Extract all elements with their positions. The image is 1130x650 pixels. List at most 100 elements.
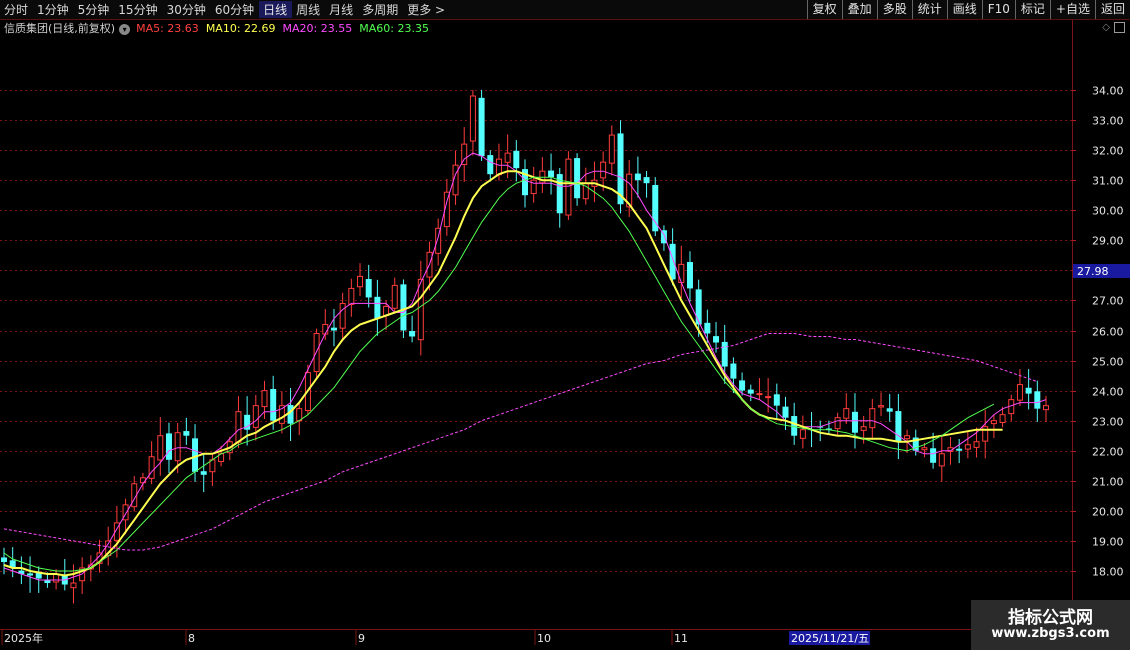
- y-tick-label: 23.00: [1092, 416, 1124, 429]
- y-tick-label: 18.00: [1092, 566, 1124, 579]
- candle-body: [495, 158, 502, 176]
- watermark-title: 指标公式网: [1008, 608, 1093, 628]
- candle-body: [565, 158, 572, 216]
- candle-body: [183, 431, 190, 436]
- candle-body: [956, 448, 963, 451]
- candlestick-chart[interactable]: 34.0033.0032.0031.0030.0029.0028.0027.00…: [0, 0, 1130, 650]
- candle-body: [504, 152, 511, 163]
- watermark-logo: 指标公式网 www.zbgs3.com: [971, 600, 1130, 650]
- y-tick-label: 32.00: [1092, 145, 1124, 158]
- candle-body: [973, 441, 980, 448]
- candle-body: [1034, 391, 1041, 409]
- candle-body: [252, 405, 259, 428]
- candle-body: [773, 394, 780, 406]
- y-tick-label: 33.00: [1092, 115, 1124, 128]
- candle-body: [469, 95, 476, 142]
- candle-body: [357, 275, 364, 288]
- price-marker-label: 27.98: [1077, 265, 1109, 278]
- candle-body: [391, 284, 398, 309]
- y-tick-label: 21.00: [1092, 476, 1124, 489]
- candle-body: [548, 170, 555, 178]
- candle-body: [1, 557, 7, 562]
- candle-body: [296, 408, 303, 422]
- candle-body: [782, 406, 789, 418]
- candle-body: [878, 405, 885, 408]
- y-tick-label: 29.00: [1092, 235, 1124, 248]
- y-tick-label: 19.00: [1092, 536, 1124, 549]
- candle-body: [165, 433, 172, 460]
- x-tick-label: 11: [674, 632, 688, 645]
- candle-body: [643, 177, 650, 184]
- y-tick-label: 26.00: [1092, 326, 1124, 339]
- candle-body: [843, 408, 850, 419]
- candle-body: [235, 411, 242, 443]
- candle-body: [330, 327, 337, 331]
- candle-body: [704, 322, 711, 334]
- candle-body: [739, 380, 746, 391]
- candle-body: [1016, 384, 1023, 401]
- candle-body: [44, 580, 51, 584]
- candle-body: [886, 408, 893, 412]
- candle-body: [157, 435, 164, 461]
- candle-body: [721, 341, 728, 367]
- candle-body: [921, 447, 928, 451]
- y-tick-label: 34.00: [1092, 85, 1124, 98]
- candle-body: [27, 573, 34, 576]
- y-tick-label: 22.00: [1092, 446, 1124, 459]
- candle-body: [686, 262, 693, 289]
- candle-body: [174, 432, 181, 462]
- y-tick-label: 25.00: [1092, 356, 1124, 369]
- candle-body: [860, 426, 867, 431]
- candle-body: [365, 279, 372, 298]
- candle-body: [417, 278, 424, 341]
- candle-body: [70, 582, 77, 589]
- candle-body: [634, 173, 641, 181]
- x-tick-label: 8: [188, 632, 195, 645]
- candle-body: [1043, 405, 1049, 411]
- y-tick-label: 30.00: [1092, 205, 1124, 218]
- candle-body: [713, 336, 720, 343]
- x-tick-label: 9: [358, 632, 365, 645]
- candle-body: [964, 444, 971, 450]
- candle-body: [799, 429, 806, 439]
- candle-body: [851, 411, 858, 433]
- candle-body: [669, 243, 676, 280]
- candle-body: [678, 263, 685, 284]
- candle-body: [513, 150, 520, 169]
- watermark-url: www.zbgs3.com: [991, 626, 1110, 641]
- candle-body: [930, 448, 937, 463]
- y-tick-label: 20.00: [1092, 506, 1124, 519]
- candle-body: [608, 134, 615, 164]
- date-marker-label: 2025/11/21/五: [791, 632, 869, 645]
- candle-body: [756, 393, 763, 396]
- candle-body: [374, 296, 381, 319]
- y-tick-label: 31.00: [1092, 175, 1124, 188]
- candle-body: [348, 287, 355, 305]
- x-tick-label: 2025年: [4, 631, 43, 645]
- candle-body: [1025, 387, 1032, 394]
- candle-body: [990, 420, 997, 425]
- candle-body: [765, 396, 772, 399]
- candle-body: [487, 155, 494, 175]
- x-tick-label: 10: [537, 632, 551, 645]
- candle-body: [478, 97, 485, 157]
- candle-body: [148, 456, 155, 479]
- y-tick-label: 27.00: [1092, 295, 1124, 308]
- candle-body: [999, 414, 1006, 423]
- series-line-ma5: [3, 152, 1047, 581]
- series-line-ma10: [3, 170, 1003, 577]
- candle-body: [730, 363, 737, 379]
- candle-body: [695, 289, 702, 325]
- candle-body: [200, 471, 207, 475]
- candle-body: [270, 388, 277, 421]
- candle-body: [400, 284, 407, 331]
- candle-body: [409, 331, 416, 337]
- candle-body: [904, 435, 911, 440]
- candle-body: [869, 408, 876, 429]
- candle-body: [600, 161, 607, 179]
- candle-body: [938, 453, 945, 467]
- y-tick-label: 24.00: [1092, 386, 1124, 399]
- candle-body: [834, 417, 841, 430]
- candle-body: [747, 389, 754, 394]
- candle-body: [261, 390, 268, 408]
